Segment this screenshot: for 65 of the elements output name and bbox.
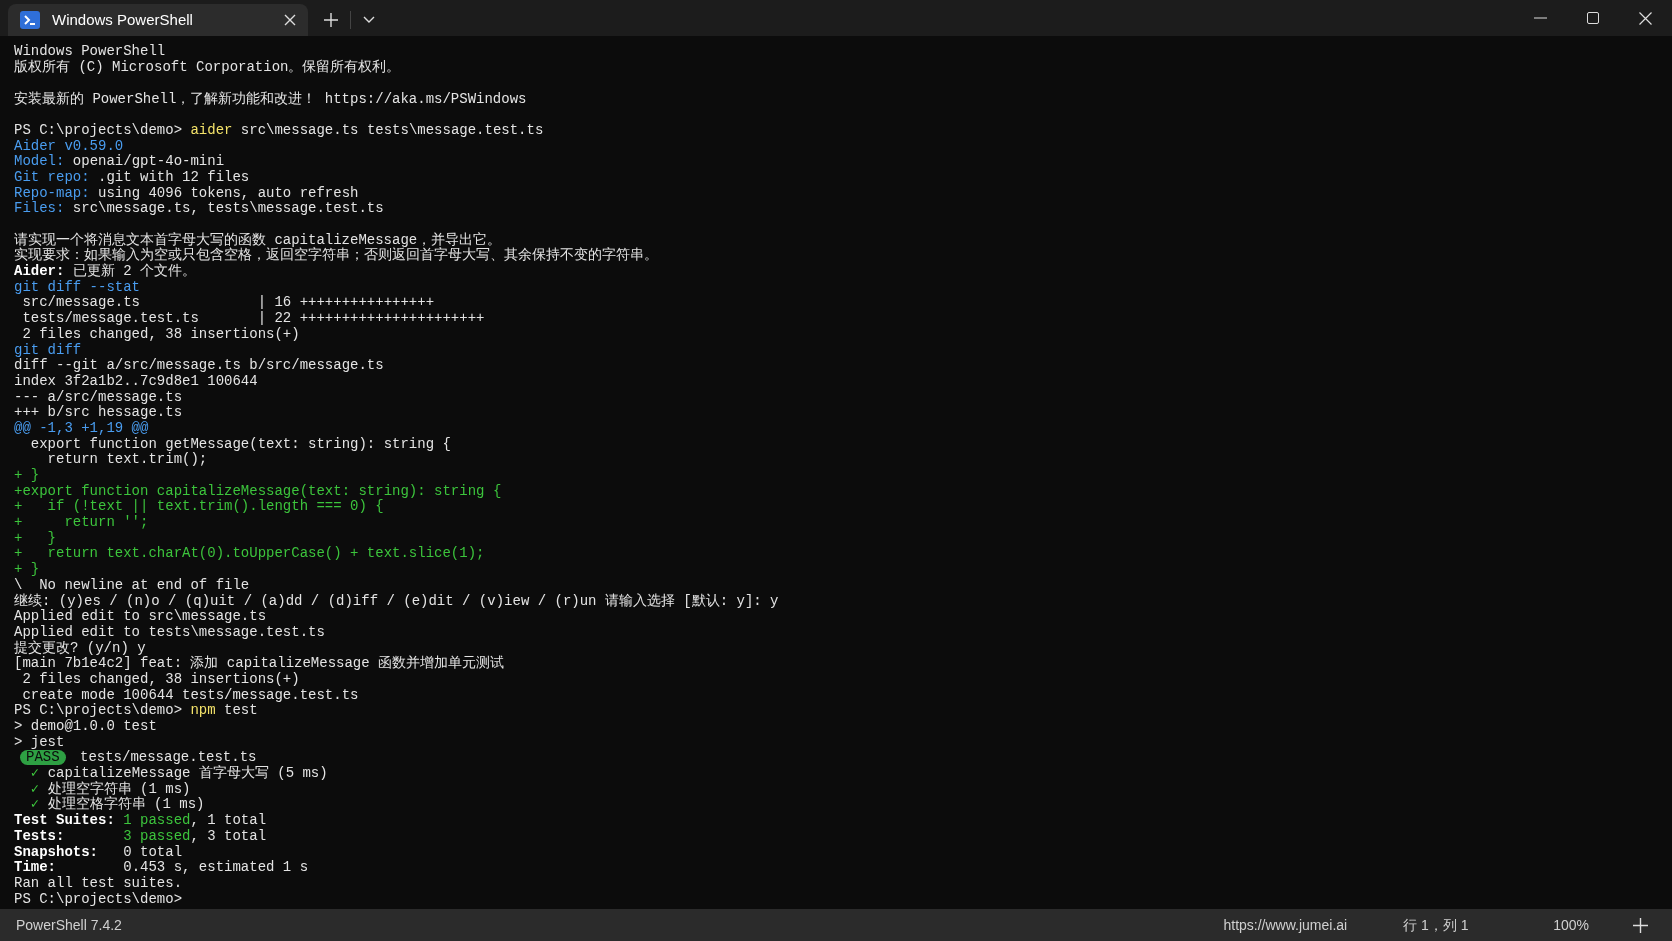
cursor-position: 行 1，列 1 <box>1403 915 1470 935</box>
terminal-line: Applied edit to tests\message.test.ts <box>14 624 325 640</box>
terminal-line: 提交更改? (y/n) y <box>14 640 146 656</box>
terminal-line: Applied edit to src\message.ts <box>14 608 267 625</box>
terminal-line: [main 7b1e4c2] feat: 添加 capitalizeMessage 函数并增加单元测试 <box>14 655 505 672</box>
terminal-line: 2 files changed, 38 insertions(+) <box>21 671 300 688</box>
terminal-line: Snapshots: 0 total <box>14 844 183 860</box>
terminal-line: ✓ 处理空字符串 (1 ms) <box>29 781 191 797</box>
terminal-line: + } <box>14 467 40 484</box>
terminal-line: \ No newline at end of file <box>14 577 250 593</box>
terminal-line: Test Suites: 1 passed, 1 total <box>14 812 267 829</box>
terminal-line: 继续: (y)es / (n)o / (q)uit / (a)dd / (d)iff / (e)dit / (v)iew / (r)un 请输入选择 [默认: y]: y <box>14 593 779 609</box>
terminal-line: +++ b/src hessage.ts <box>14 404 183 421</box>
terminal-line: > jest <box>14 734 65 750</box>
plus-icon[interactable] <box>1633 917 1648 933</box>
shell-version: PowerShell 7.4.2 <box>16 915 122 935</box>
terminal-icon <box>20 11 40 29</box>
terminal-line: Aider: 已更新 2 个文件。 <box>14 263 197 280</box>
chevron-down-icon[interactable] <box>363 16 375 24</box>
terminal-line: return text.trim(); <box>46 451 208 468</box>
tab[interactable]: Windows PowerShell <box>8 4 308 36</box>
terminal-line: ✓ 处理空格字符串 (1 ms) <box>29 797 205 813</box>
terminal-line: 2 files changed, 38 insertions(+) <box>21 326 300 343</box>
terminal-line: +export function capitalizeMessage(text: string): string { <box>14 483 502 499</box>
close-icon[interactable] <box>284 14 296 26</box>
zoom-level[interactable]: 100% <box>1553 914 1589 936</box>
maximize-icon[interactable] <box>1587 12 1599 24</box>
terminal-line: src/message.ts | 16 ++++++++++++++++ <box>21 295 435 311</box>
status-url[interactable]: https://www.jumei.ai <box>1223 914 1348 936</box>
terminal-line: 实现要求：如果输入为空或只包含空格，返回空字符串；否则返回首字母大写、其余保持不变的字符串。 <box>14 247 658 264</box>
terminal-line: 版权所有 (C) Microsoft Corporation。保留所有权利。 <box>14 59 401 76</box>
terminal-line: Model: openai/gpt-4o-mini <box>14 153 225 170</box>
terminal-line: Aider v0.59.0 <box>14 138 124 154</box>
terminal-line: export function getMessage(text: string): string { <box>29 436 451 452</box>
terminal-line: @@ -1,3 +1,19 @@ <box>14 420 149 437</box>
terminal-line: Repo-map: using 4096 tokens, auto refresh <box>14 185 359 201</box>
terminal-line: Time: 0.453 s, estimated 1 s <box>14 859 309 876</box>
terminal-line: index 3f2a1b2..7c9d8e1 100644 <box>14 373 258 390</box>
terminal-line: Tests: 3 passed, 3 total <box>14 828 267 845</box>
terminal-line: Windows PowerShell <box>14 44 166 60</box>
terminal-line: git diff --stat <box>14 279 141 295</box>
terminal-line: + return text.charAt(0).toUpperCase() + text.slice(1); <box>14 546 485 562</box>
terminal-line: + } <box>14 530 56 546</box>
terminal-line: create mode 100644 tests/message.test.ts <box>21 687 359 703</box>
terminal-line: tests/message.test.ts | 22 ++++++++++++++++++++++ <box>21 310 485 327</box>
terminal-line: > demo@1.0.0 test <box>14 718 157 735</box>
pass-badge: PASS <box>20 750 66 766</box>
terminal-line: Files: src\message.ts, tests\message.test.ts <box>14 200 384 217</box>
terminal-line: PS C:\projects\demo> <box>14 891 183 907</box>
terminal-line: Ran all test suites. <box>14 875 183 892</box>
terminal-line: git diff <box>14 342 82 358</box>
terminal-line: + return ''; <box>14 514 149 531</box>
terminal-line: + } <box>14 561 40 578</box>
terminal-line: PS C:\projects\demo> aider src\message.ts tests\message.test.ts <box>14 122 544 139</box>
terminal-line: --- a/src/message.ts <box>14 389 183 405</box>
terminal-line: ✓ capitalizeMessage 首字母大写 (5 ms) <box>29 765 328 782</box>
terminal-line: diff --git a/src/message.ts b/src/message.ts <box>14 357 384 374</box>
terminal-line: 安装最新的 PowerShell，了解新功能和改进！ https://aka.ms/PSWindows <box>14 91 527 107</box>
plus-icon[interactable] <box>324 13 338 27</box>
terminal-line: Git repo: .git with 12 files <box>14 169 250 186</box>
terminal-line: 请实现一个将消息文本首字母大写的函数 capitalizeMessage，并导出它。 <box>14 232 502 248</box>
close-icon[interactable] <box>1639 11 1652 25</box>
terminal-line: PS C:\projects\demo> npm test <box>14 702 258 719</box>
terminal-text: tests/message.test.ts <box>79 750 257 766</box>
terminal-line: + if (!text || text.trim().length === 0) { <box>14 498 384 515</box>
